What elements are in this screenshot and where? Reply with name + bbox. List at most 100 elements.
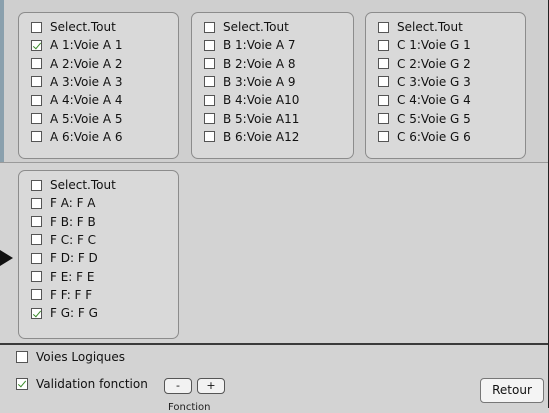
channel-checkbox[interactable]: C 2:Voie G 2 <box>378 55 471 73</box>
checkbox-unchecked[interactable] <box>31 197 42 209</box>
channel-checkbox[interactable]: C 6:Voie G 6 <box>378 128 471 146</box>
channel-checkbox[interactable]: F D: F D <box>31 249 98 267</box>
checkbox-label: C 1:Voie G 1 <box>397 38 471 53</box>
checkbox-unchecked[interactable] <box>204 76 215 88</box>
channel-checkbox[interactable]: F F: F F <box>31 286 92 304</box>
channel-checkbox[interactable]: F B: F B <box>31 213 96 231</box>
checkbox-unchecked[interactable] <box>204 21 215 33</box>
checkbox-unchecked[interactable] <box>378 113 389 124</box>
channel-checkbox[interactable]: B 2:Voie A 8 <box>204 55 296 73</box>
validation-fonction-box[interactable] <box>16 378 28 390</box>
plus-button[interactable]: + <box>197 378 225 394</box>
channel-checkbox[interactable]: F C: F C <box>31 231 96 249</box>
checkbox-checked[interactable] <box>31 39 42 51</box>
checkbox-unchecked[interactable] <box>378 58 389 70</box>
checkbox-label: C 5:Voie G 5 <box>397 111 471 126</box>
checkbox-unchecked[interactable] <box>31 76 42 88</box>
checkbox-unchecked[interactable] <box>31 58 42 70</box>
checkbox-unchecked[interactable] <box>31 289 42 301</box>
checkbox-label: A 1:Voie A 1 <box>50 38 123 53</box>
voies-logiques-checkbox[interactable]: Voies Logiques <box>16 350 125 364</box>
checkbox-label: B 1:Voie A 7 <box>223 38 296 53</box>
channel-checkbox[interactable]: A 5:Voie A 5 <box>31 110 123 128</box>
validation-fonction-checkbox[interactable]: Validation fonction <box>16 377 148 391</box>
checkbox-label: C 6:Voie G 6 <box>397 129 471 144</box>
retour-button[interactable]: Retour <box>480 378 544 403</box>
divider-bottom <box>0 343 549 345</box>
checkbox-unchecked[interactable] <box>378 131 389 143</box>
channel-checkbox[interactable]: F E: F E <box>31 268 94 286</box>
channel-checkbox[interactable]: C 3:Voie G 3 <box>378 73 471 91</box>
checkbox-label: F B: F B <box>50 214 96 229</box>
checkbox-label: Select.Tout <box>50 20 116 34</box>
channel-checkbox[interactable]: A 4:Voie A 4 <box>31 91 123 109</box>
checkbox-unchecked[interactable] <box>31 271 42 282</box>
checkbox-label: C 4:Voie G 4 <box>397 93 471 108</box>
checkbox-label: A 3:Voie A 3 <box>50 74 123 89</box>
channel-checkbox[interactable]: B 6:Voie A12 <box>204 128 299 146</box>
checkbox-unchecked[interactable] <box>31 252 42 264</box>
select-all-checkbox[interactable]: Select.Tout <box>31 176 116 194</box>
checkbox-label: A 5:Voie A 5 <box>50 111 123 126</box>
checkbox-label: F E: F E <box>50 269 95 284</box>
checkbox-label: A 6:Voie A 6 <box>50 129 123 144</box>
checkbox-unchecked[interactable] <box>378 39 389 51</box>
checkbox-label: Select.Tout <box>397 20 463 34</box>
checkbox-label: B 2:Voie A 8 <box>223 56 296 71</box>
checkbox-unchecked[interactable] <box>378 76 389 88</box>
checkbox-label: B 6:Voie A12 <box>223 129 300 144</box>
group-f: Select.Tout F A: F A F B: F B F C: F C F D: … <box>18 170 179 339</box>
checkbox-label: A 4:Voie A 4 <box>50 93 123 108</box>
validation-fonction-label: Validation fonction <box>36 377 148 391</box>
channel-checkbox[interactable]: C 5:Voie G 5 <box>378 110 471 128</box>
checkbox-unchecked[interactable] <box>31 234 42 246</box>
checkbox-label: F G: F G <box>50 306 98 321</box>
checkbox-label: F F: F F <box>50 287 93 302</box>
checkbox-label: B 3:Voie A 9 <box>223 74 296 89</box>
channel-checkbox[interactable]: B 1:Voie A 7 <box>204 36 296 54</box>
minus-button[interactable]: - <box>164 378 192 394</box>
checkbox-label: C 3:Voie G 3 <box>397 74 471 89</box>
checkbox-unchecked[interactable] <box>204 113 215 124</box>
checkbox-label: Select.Tout <box>50 178 116 192</box>
channel-checkbox[interactable]: B 5:Voie A11 <box>204 110 299 128</box>
checkbox-unchecked[interactable] <box>31 113 42 124</box>
checkbox-unchecked[interactable] <box>378 21 389 33</box>
checkbox-unchecked[interactable] <box>204 39 215 51</box>
channel-checkbox[interactable]: C 4:Voie G 4 <box>378 91 471 109</box>
checkbox-unchecked[interactable] <box>31 131 42 143</box>
checkbox-unchecked[interactable] <box>204 94 215 106</box>
checkbox-unchecked[interactable] <box>31 179 42 191</box>
select-all-checkbox[interactable]: Select.Tout <box>31 18 116 36</box>
checkbox-label: F D: F D <box>50 251 98 266</box>
checkbox-unchecked[interactable] <box>204 58 215 70</box>
group-a: Select.Tout A 1:Voie A 1 A 2:Voie A 2 A 3:V… <box>18 12 179 159</box>
channel-checkbox[interactable]: A 2:Voie A 2 <box>31 55 123 73</box>
checkbox-label: Select.Tout <box>223 20 289 34</box>
group-c: Select.Tout C 1:Voie G 1 C 2:Voie G 2 C 3:V… <box>365 12 526 159</box>
channel-checkbox[interactable]: B 4:Voie A10 <box>204 91 299 109</box>
select-all-checkbox[interactable]: Select.Tout <box>204 18 289 36</box>
checkbox-label: C 2:Voie G 2 <box>397 56 471 71</box>
channel-checkbox[interactable]: A 3:Voie A 3 <box>31 73 123 91</box>
checkbox-unchecked[interactable] <box>31 216 42 228</box>
channel-checkbox[interactable]: F A: F A <box>31 194 96 212</box>
checkbox-unchecked[interactable] <box>204 131 215 143</box>
checkbox-unchecked[interactable] <box>378 94 389 106</box>
checkbox-unchecked[interactable] <box>31 94 42 106</box>
checkbox-label: B 5:Voie A11 <box>223 111 300 126</box>
checkbox-label: F A: F A <box>50 196 96 211</box>
channel-checkbox[interactable]: A 1:Voie A 1 <box>31 36 123 54</box>
channel-checkbox[interactable]: B 3:Voie A 9 <box>204 73 296 91</box>
voies-logiques-label: Voies Logiques <box>36 350 126 364</box>
channel-checkbox[interactable]: C 1:Voie G 1 <box>378 36 471 54</box>
group-b: Select.Tout B 1:Voie A 7 B 2:Voie A 8 B 3:V… <box>191 12 354 159</box>
select-all-checkbox[interactable]: Select.Tout <box>378 18 463 36</box>
checkbox-label: A 2:Voie A 2 <box>50 56 123 71</box>
checkbox-unchecked[interactable] <box>31 21 42 33</box>
channel-checkbox[interactable]: A 6:Voie A 6 <box>31 128 123 146</box>
channel-checkbox[interactable]: F G: F G <box>31 304 98 322</box>
voies-logiques-box[interactable] <box>16 351 28 363</box>
checkbox-label: F C: F C <box>50 232 97 247</box>
checkbox-checked[interactable] <box>31 307 42 319</box>
